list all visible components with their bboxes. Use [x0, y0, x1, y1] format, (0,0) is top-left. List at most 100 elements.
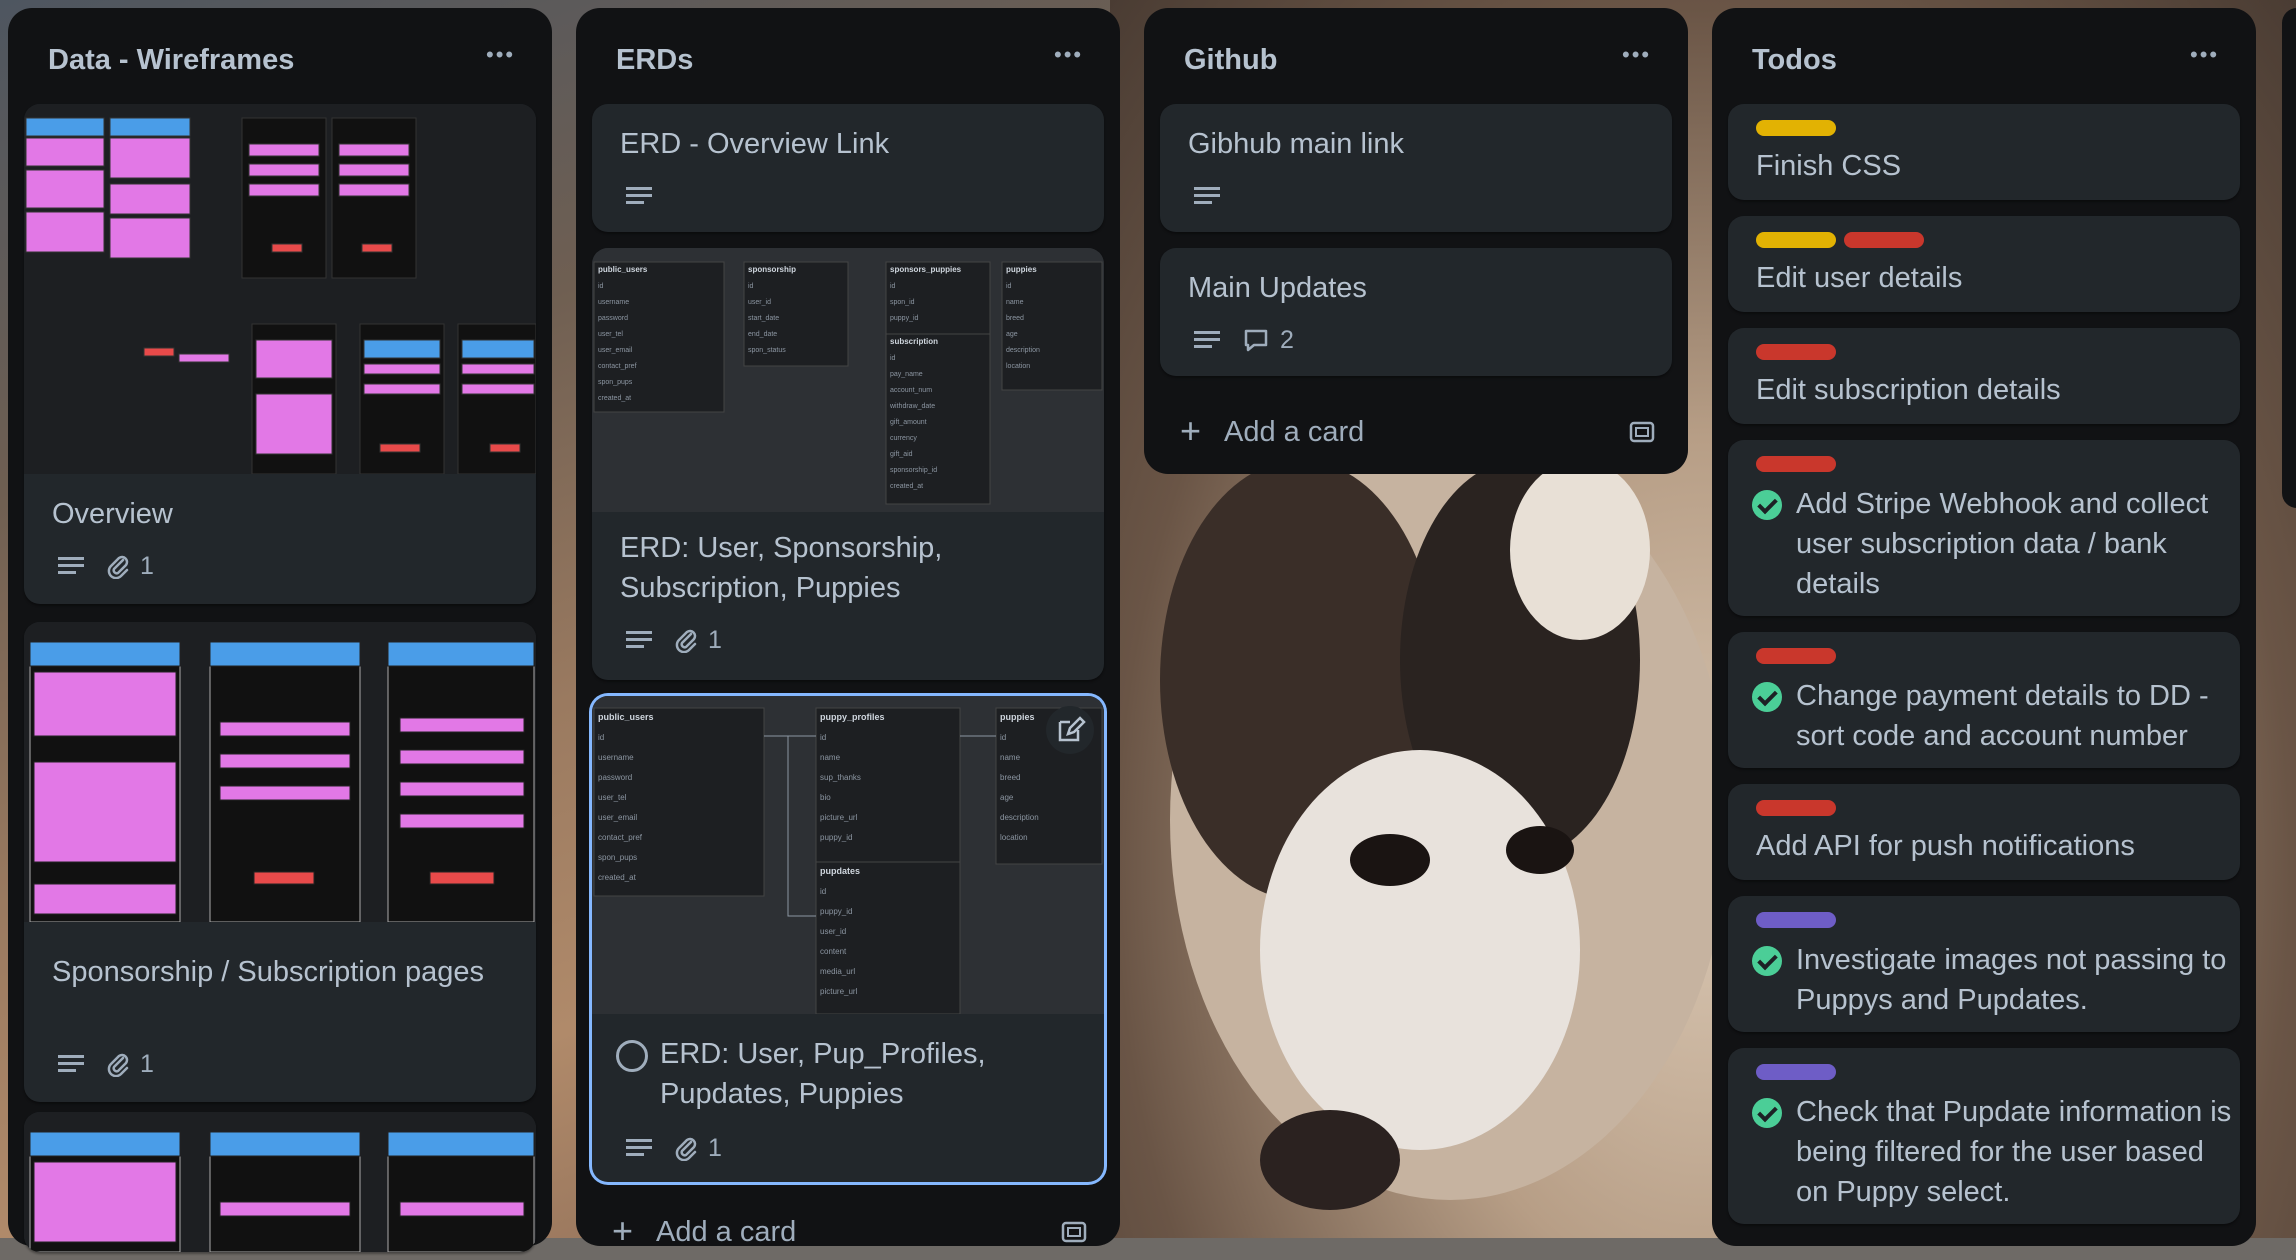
- svg-text:id: id: [598, 283, 604, 290]
- svg-text:user_tel: user_tel: [598, 793, 627, 802]
- svg-text:id: id: [890, 283, 896, 290]
- list-menu-button[interactable]: [480, 36, 524, 80]
- erd-table-name: sponsorship: [748, 265, 796, 274]
- card-badges: 1: [626, 1128, 722, 1168]
- list-next-partial: [2282, 8, 2296, 508]
- svg-text:user_tel: user_tel: [598, 331, 623, 338]
- comment-count: 2: [1280, 325, 1294, 354]
- add-card-label: Add a card: [656, 1216, 797, 1248]
- svg-text:pay_name: pay_name: [890, 371, 923, 378]
- todo-card[interactable]: Investigate images not passing to Puppys…: [1728, 896, 2240, 1032]
- edit-card-button[interactable]: [1046, 706, 1094, 754]
- erd-table-name: pupdates: [820, 866, 860, 876]
- plus-icon: +: [612, 1210, 634, 1251]
- card-badges: [626, 176, 652, 216]
- plus-icon: +: [1180, 410, 1202, 451]
- list-todos: Todos Finish CSS Edit user details Edit …: [1712, 8, 2256, 1246]
- erd-table-name: puppies: [1006, 265, 1037, 274]
- card-erd-user-sponsorship[interactable]: public_users sponsorship sponsors_puppie…: [592, 248, 1104, 680]
- svg-text:password: password: [598, 315, 628, 322]
- label-red[interactable]: [1756, 456, 1836, 472]
- svg-text:start_date: start_date: [748, 315, 779, 322]
- attachment-badge: 1: [674, 626, 722, 655]
- card-title: Edit user details: [1756, 262, 1963, 294]
- attachment-count: 1: [140, 551, 154, 580]
- label-red[interactable]: [1756, 344, 1836, 360]
- card-title: Overview: [52, 498, 173, 530]
- list-menu-button[interactable]: [1048, 36, 1092, 80]
- todo-card[interactable]: Check that Pupdate information is being …: [1728, 1048, 2240, 1224]
- card-overview[interactable]: Overview 1: [24, 104, 536, 604]
- comments-badge: 2: [1242, 326, 1294, 355]
- paperclip-icon: [107, 555, 129, 579]
- list-menu-button[interactable]: [1616, 36, 1660, 80]
- card-sponsorship-subscription[interactable]: Sponsorship / Subscription pages 1: [24, 622, 536, 1102]
- template-icon[interactable]: [1060, 1218, 1088, 1254]
- attachment-badge: 1: [106, 552, 154, 581]
- list-title: Todos: [1752, 44, 1837, 76]
- complete-check-icon[interactable]: [1752, 490, 1782, 520]
- todo-card[interactable]: Change payment details to DD - sort code…: [1728, 632, 2240, 768]
- label-red[interactable]: [1756, 648, 1836, 664]
- template-icon[interactable]: [1628, 418, 1656, 454]
- svg-text:description: description: [1006, 347, 1040, 354]
- label-red[interactable]: [1756, 800, 1836, 816]
- erd-table-name: puppy_profiles: [820, 712, 885, 722]
- svg-text:password: password: [598, 773, 632, 782]
- complete-check-icon[interactable]: [1752, 946, 1782, 976]
- attachment-badge: 1: [674, 1134, 722, 1163]
- list-menu-button[interactable]: [2184, 36, 2228, 80]
- erd-table-name: subscription: [890, 337, 938, 346]
- svg-text:content: content: [820, 947, 847, 956]
- svg-text:location: location: [1006, 363, 1030, 370]
- comment-icon: [1244, 329, 1268, 352]
- label-yellow[interactable]: [1756, 232, 1836, 248]
- svg-text:user_id: user_id: [748, 299, 771, 306]
- svg-text:account_num: account_num: [890, 387, 932, 394]
- card-github-main-link[interactable]: Gibhub main link: [1160, 104, 1672, 232]
- paperclip-icon: [107, 1053, 129, 1077]
- card-title: Change payment details to DD - sort code…: [1796, 680, 2209, 752]
- svg-text:breed: breed: [1006, 315, 1024, 322]
- add-card-button[interactable]: + Add a card: [1160, 404, 1672, 460]
- add-card-button[interactable]: + Add a card: [592, 1204, 1104, 1260]
- wireframe-overview-cover: [24, 104, 536, 474]
- todo-card[interactable]: Edit subscription details: [1728, 328, 2240, 424]
- erd-table-name: public_users: [598, 712, 654, 722]
- label-purple[interactable]: [1756, 1064, 1836, 1080]
- label-purple[interactable]: [1756, 912, 1836, 928]
- card-main-updates[interactable]: Main Updates 2: [1160, 248, 1672, 376]
- erd-table-name: public_users: [598, 265, 648, 274]
- label-yellow[interactable]: [1756, 120, 1836, 136]
- svg-text:name: name: [1006, 299, 1024, 306]
- todo-card[interactable]: Edit user details: [1728, 216, 2240, 312]
- svg-text:name: name: [1000, 753, 1021, 762]
- card-title: ERD: User, Pup_Profiles, Pupdates, Puppi…: [660, 1038, 986, 1110]
- svg-text:end_date: end_date: [748, 331, 777, 338]
- card-title: Gibhub main link: [1188, 128, 1404, 160]
- list-title: ERDs: [616, 44, 694, 76]
- card-erd-user-pup-profiles[interactable]: public_users puppy_profiles pupdates pup…: [592, 696, 1104, 1182]
- complete-check-icon[interactable]: [1752, 682, 1782, 712]
- label-red[interactable]: [1844, 232, 1924, 248]
- card-badges: 1: [58, 546, 154, 586]
- card-title: Sponsorship / Subscription pages: [52, 956, 485, 988]
- list-header: ERDs: [576, 8, 1120, 104]
- edit-icon: [1058, 716, 1086, 742]
- list-erds: ERDs ERD - Overview Link public_users sp…: [576, 8, 1120, 1251]
- card-user-details-cover[interactable]: [24, 1112, 536, 1252]
- card-badges: 1: [626, 620, 722, 660]
- add-card-label: Add a card: [1224, 416, 1365, 448]
- svg-text:sponsorship_id: sponsorship_id: [890, 467, 937, 474]
- todo-card[interactable]: Add API for push notifications: [1728, 784, 2240, 880]
- card-labels: [1756, 800, 1844, 816]
- erd-table-name: sponsors_puppies: [890, 265, 962, 274]
- svg-text:breed: breed: [1000, 773, 1020, 782]
- card-erd-overview-link[interactable]: ERD - Overview Link: [592, 104, 1104, 232]
- todo-card[interactable]: Add Stripe Webhook and collect user subs…: [1728, 440, 2240, 616]
- complete-check-icon[interactable]: [1752, 1098, 1782, 1128]
- complete-checkbox[interactable]: [616, 1040, 648, 1072]
- todo-card[interactable]: Finish CSS: [1728, 104, 2240, 200]
- description-icon: [1194, 329, 1220, 351]
- svg-text:id: id: [748, 283, 754, 290]
